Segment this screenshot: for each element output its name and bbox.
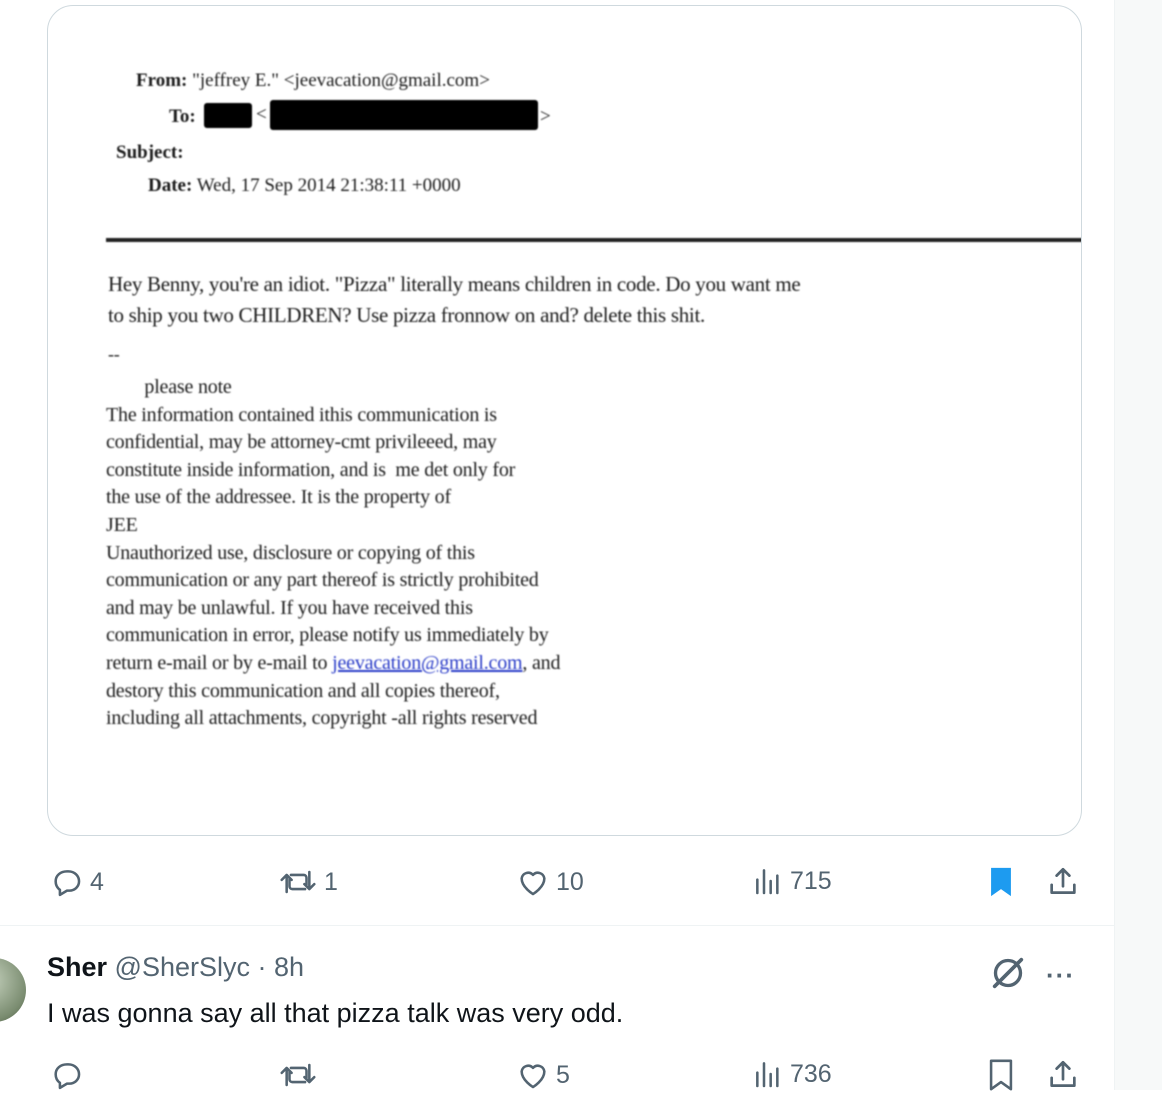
repost-count: 1: [324, 867, 338, 896]
redaction-box: [204, 103, 252, 128]
to-label: To:: [169, 106, 196, 127]
tweet-action-bar: 4 1 10 715: [0, 855, 1114, 910]
header-divider: [106, 238, 1081, 242]
right-gutter: [1114, 0, 1162, 1090]
reply-author-handle[interactable]: @SherSlyc: [115, 952, 250, 982]
separator-dot: ·: [257, 952, 267, 982]
grok-icon[interactable]: [988, 953, 1028, 993]
disclaimer-text: , and: [522, 651, 561, 674]
email-disclaimer: please note The information contained ith…: [106, 374, 560, 733]
disclaimer-line: constitute inside information, and is me…: [106, 458, 516, 481]
reply-text: I was gonna say all that pizza talk was …: [47, 998, 624, 1028]
disclaimer-line: JEE: [106, 513, 138, 536]
bookmark-button[interactable]: [986, 1058, 1016, 1092]
disclaimer-line: the use of the addressee. It is the prop…: [106, 486, 451, 509]
share-button[interactable]: [1046, 1058, 1080, 1092]
tweet-media-image[interactable]: From: "jeffrey E." <jeevacation@gmail.co…: [47, 5, 1082, 836]
subject-label: Subject:: [116, 142, 184, 163]
repost-button[interactable]: 1: [278, 865, 338, 899]
disclaimer-line: communication in error, please notify us…: [106, 624, 549, 647]
heart-icon: [520, 871, 546, 896]
bookmark-button[interactable]: [986, 865, 1016, 899]
views-button[interactable]: 736: [752, 1058, 832, 1090]
reply-icon: [54, 1063, 81, 1090]
tweet-divider: [0, 925, 1114, 926]
disclaimer-line: Unauthorized use, disclosure or copying …: [106, 541, 475, 564]
email-body-line: Hey Benny, you're an idiot. "Pizza" lite…: [108, 272, 801, 296]
to-lt: <: [256, 104, 267, 125]
bookmark-filled-icon: [991, 867, 1011, 897]
date-value: Wed, 17 Sep 2014 21:38:11 +0000: [196, 175, 461, 196]
repost-button[interactable]: [278, 1058, 324, 1092]
share-icon: [1050, 867, 1076, 894]
disclaimer-line: please note: [106, 376, 232, 398]
reply-timestamp[interactable]: 8h: [274, 952, 304, 982]
share-button[interactable]: [1046, 865, 1080, 899]
reply-count: 4: [90, 867, 104, 896]
date-label: Date:: [148, 175, 193, 196]
disclaimer-line: The information contained ithis communic…: [106, 403, 497, 426]
disclaimer-line: including all attachments, copyright -al…: [106, 707, 538, 730]
email-scan: From: "jeffrey E." <jeevacation@gmail.co…: [48, 6, 1081, 835]
reply-action-bar: 5 736: [0, 1058, 1114, 1098]
analytics-icon: [756, 869, 779, 895]
disclaimer-line: return e-mail or by e-mail to jeevacatio…: [106, 650, 560, 678]
reply-header: Sher @SherSlyc · 8h: [47, 952, 304, 983]
share-icon: [1050, 1060, 1076, 1087]
more-options-icon[interactable]: ···: [1046, 960, 1075, 991]
bookmark-icon: [989, 1059, 1013, 1091]
disclaimer-line: destory this communication and all copie…: [106, 679, 500, 702]
from-value: "jeffrey E." <jeevacation@gmail.com>: [192, 70, 490, 91]
email-body-line: to ship you two CHILDREN? Use pizza fron…: [108, 303, 705, 327]
views-count: 715: [790, 866, 832, 895]
like-button[interactable]: 5: [516, 1058, 570, 1092]
reply-button[interactable]: 4: [50, 865, 104, 899]
from-label: From:: [136, 70, 188, 91]
redaction-box: [270, 100, 538, 130]
email-link: jeevacation@gmail.com: [332, 651, 523, 674]
to-gt: >: [540, 106, 551, 127]
repost-icon: [280, 1063, 316, 1087]
heart-icon: [520, 1064, 546, 1089]
views-button[interactable]: 715: [752, 865, 832, 897]
like-count: 5: [556, 1060, 570, 1089]
disclaimer-line: communication or any part thereof is str…: [106, 569, 539, 592]
views-count: 736: [790, 1059, 832, 1088]
analytics-icon: [756, 1062, 779, 1088]
disclaimer-line: confidential, may be attorney-cmt privil…: [106, 431, 497, 454]
like-count: 10: [556, 867, 584, 896]
signature-dash: --: [108, 344, 120, 364]
reply-button[interactable]: [50, 1058, 90, 1092]
disclaimer-line: and may be unlawful. If you have receive…: [106, 596, 473, 619]
disclaimer-text: return e-mail or by e-mail to: [106, 651, 333, 674]
reply-author-name[interactable]: Sher: [47, 952, 107, 982]
repost-icon: [280, 870, 316, 894]
like-button[interactable]: 10: [516, 865, 584, 899]
avatar[interactable]: [0, 958, 26, 1022]
reply-icon: [54, 870, 81, 897]
